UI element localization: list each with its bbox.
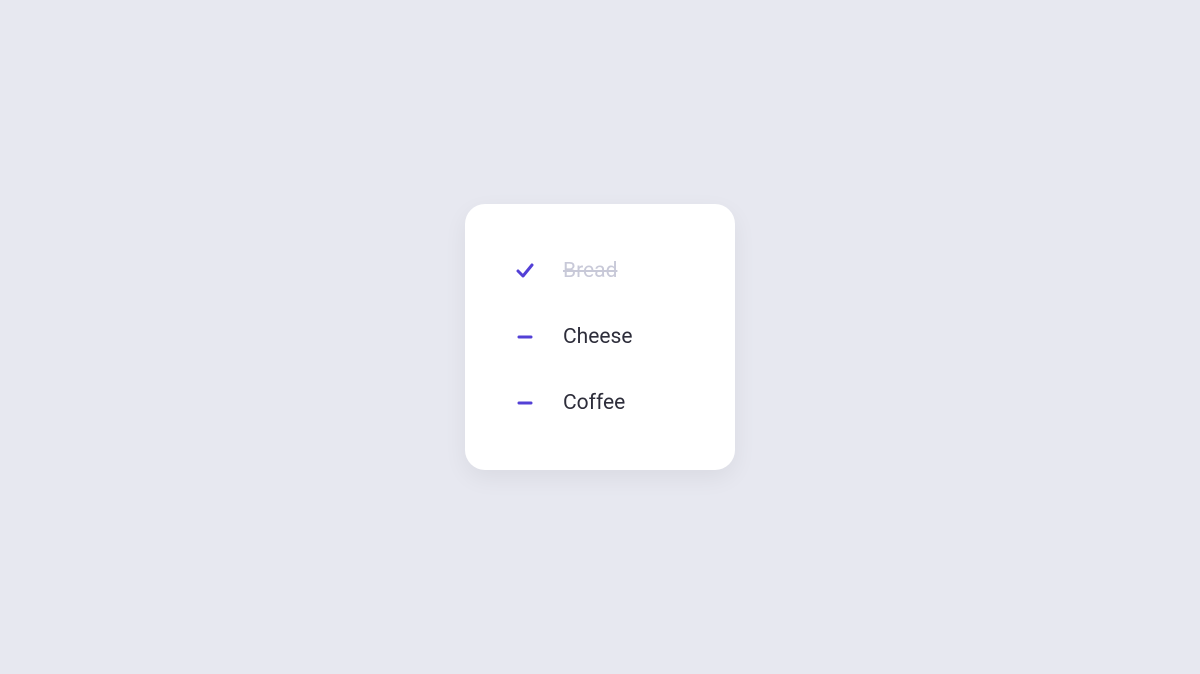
todo-card: Bread Cheese Coffee <box>465 204 735 470</box>
item-label: Bread <box>563 259 617 283</box>
dash-icon <box>515 327 535 347</box>
item-label: Cheese <box>563 325 632 349</box>
dash-icon <box>515 393 535 413</box>
item-label: Coffee <box>563 391 625 415</box>
check-icon <box>515 261 535 281</box>
todo-list: Bread Cheese Coffee <box>515 259 685 415</box>
list-item[interactable]: Cheese <box>515 325 685 349</box>
list-item[interactable]: Coffee <box>515 391 685 415</box>
list-item[interactable]: Bread <box>515 259 685 283</box>
